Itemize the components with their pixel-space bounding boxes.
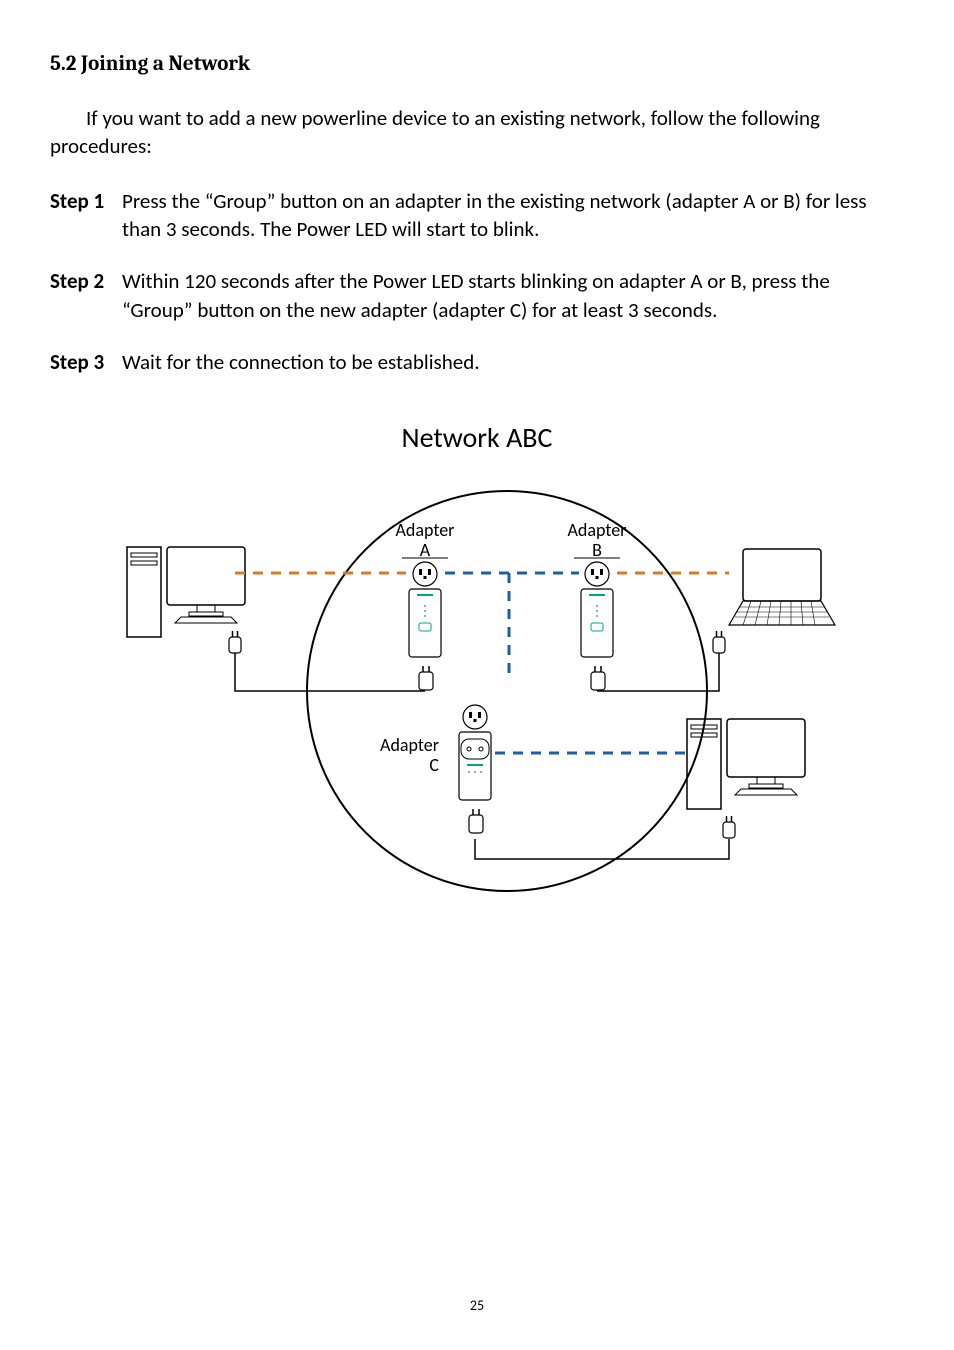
- adapter-b-label: Adapter: [568, 519, 627, 541]
- svg-text:C: C: [429, 754, 439, 776]
- page-number: 25: [0, 1297, 954, 1314]
- plug-icon: [591, 666, 605, 690]
- plug-icon: [723, 816, 735, 838]
- step-row: Step 3 Wait for the connection to be est…: [50, 348, 904, 376]
- adapter-a-icon: [409, 562, 441, 657]
- cable-line: [475, 839, 729, 859]
- network-diagram: Adapter A Adapter B Adapter C: [117, 461, 837, 901]
- section-heading: 5.2 Joining a Network: [50, 52, 904, 76]
- step-label: Step 2: [50, 267, 122, 324]
- cable-line: [597, 653, 719, 691]
- diagram-title: Network ABC: [117, 420, 837, 455]
- step-label: Step 3: [50, 348, 122, 376]
- desktop-pc-icon: [687, 719, 805, 809]
- step-text: Press the “Group” button on an adapter i…: [122, 187, 904, 244]
- plug-icon: [469, 809, 483, 833]
- step-row: Step 1 Press the “Group” button on an ad…: [50, 187, 904, 244]
- steps-list: Step 1 Press the “Group” button on an ad…: [50, 187, 904, 377]
- adapter-a-label: Adapter: [396, 519, 455, 541]
- plug-icon: [713, 631, 725, 653]
- step-text: Within 120 seconds after the Power LED s…: [122, 267, 904, 324]
- intro-paragraph: If you want to add a new powerline devic…: [50, 104, 904, 161]
- plug-icon: [419, 666, 433, 690]
- adapter-c-label: Adapter: [380, 734, 439, 756]
- desktop-pc-icon: [127, 547, 245, 637]
- adapter-c-icon: [459, 705, 491, 800]
- step-text: Wait for the connection to be establishe…: [122, 348, 904, 376]
- step-label: Step 1: [50, 187, 122, 244]
- laptop-icon: [729, 549, 835, 625]
- cable-line: [235, 653, 425, 691]
- step-row: Step 2 Within 120 seconds after the Powe…: [50, 267, 904, 324]
- plug-icon: [229, 631, 241, 653]
- diagram-container: Network ABC Adapter A Adapter B Adapter …: [50, 420, 904, 901]
- adapter-b-icon: [581, 562, 613, 657]
